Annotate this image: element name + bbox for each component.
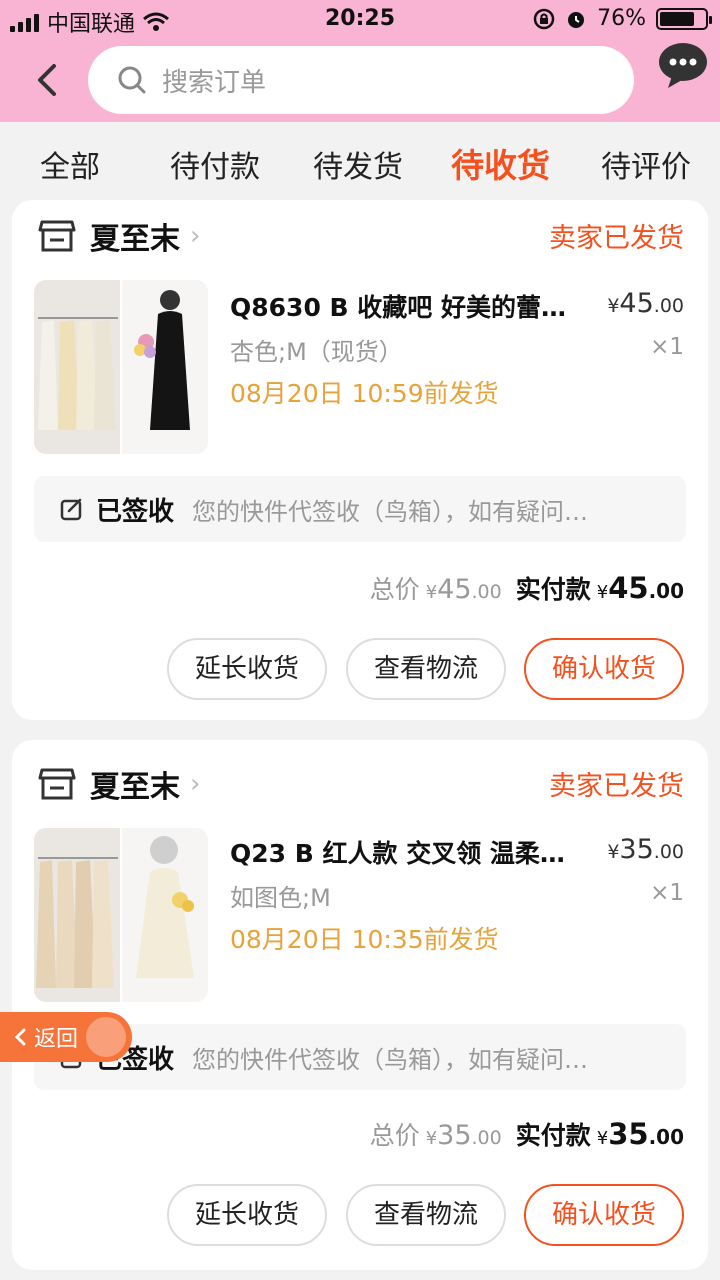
- tab-pending-shipment[interactable]: 待发货: [313, 142, 403, 186]
- shop-name: 夏至末: [90, 770, 180, 805]
- product-quantity: ×1: [650, 880, 684, 906]
- confirm-receipt-button[interactable]: 确认收货: [524, 1184, 684, 1246]
- extend-receipt-button[interactable]: 延长收货: [167, 638, 327, 700]
- product-title[interactable]: Q8630 B 收藏吧 好美的蕾丝连衣裙: [230, 288, 570, 324]
- order-totals: 总价 ¥ 45 .00 实付款 ¥ 45 .00: [369, 571, 684, 605]
- ship-deadline: 08月20日 10:35前发货: [230, 925, 499, 954]
- view-logistics-button[interactable]: 查看物流: [346, 1184, 506, 1246]
- edit-icon: [60, 498, 82, 521]
- signed-label: 已签收: [96, 496, 175, 527]
- back-arrow-icon[interactable]: [30, 60, 66, 100]
- shipping-status: 卖家已发货: [549, 223, 684, 254]
- rotation-lock-icon: [533, 8, 555, 29]
- confirm-receipt-button[interactable]: 确认收货: [524, 638, 684, 700]
- order-card: 夏至末 › 卖家已发货 Q23 B 红人款 交叉领 温柔连衣裙 ¥35.00 如…: [12, 740, 708, 1270]
- battery-icon: [656, 7, 712, 30]
- alarm-icon: [568, 11, 585, 28]
- search-placeholder: 搜索订单: [162, 67, 267, 98]
- product-quantity: ×1: [650, 334, 684, 360]
- tab-pending-receipt[interactable]: 待收货: [451, 139, 550, 187]
- search-icon: [118, 66, 146, 94]
- shop-name: 夏至末: [90, 222, 180, 257]
- shipping-status: 卖家已发货: [549, 771, 684, 802]
- order-card: 夏至末 › 卖家已发货 Q8630 B 收藏吧 好美的蕾丝连衣裙 ¥45.00: [12, 200, 708, 720]
- floating-handle[interactable]: [86, 1017, 126, 1057]
- shop-icon: [38, 768, 76, 800]
- status-bar: 中国联通 20:25 76%: [0, 0, 720, 40]
- signed-detail: 您的快件代签收（鸟箱），如有疑问…: [192, 1045, 589, 1074]
- order-totals: 总价 ¥ 35 .00 实付款 ¥ 35 .00: [369, 1117, 684, 1151]
- view-logistics-button[interactable]: 查看物流: [346, 638, 506, 700]
- logistics-notice[interactable]: 已签收 您的快件代签收（鸟箱），如有疑问…: [34, 476, 686, 542]
- product-image[interactable]: [34, 828, 208, 1002]
- chat-icon[interactable]: [658, 40, 708, 90]
- product-price: ¥45.00: [607, 288, 684, 319]
- battery-percent: 76%: [597, 6, 646, 31]
- ship-deadline: 08月20日 10:59前发货: [230, 379, 499, 408]
- chevron-left-icon: [14, 1028, 26, 1046]
- tab-pending-review[interactable]: 待评价: [601, 142, 691, 186]
- shop-link[interactable]: 夏至末 ›: [38, 214, 200, 258]
- order-tabs: 全部 待付款 待发货 待收货 待评价: [0, 122, 720, 204]
- product-image[interactable]: [34, 280, 208, 454]
- shop-link[interactable]: 夏至末 ›: [38, 762, 200, 806]
- header: 中国联通 20:25 76% 搜索订单: [0, 0, 720, 122]
- chevron-right-icon: ›: [190, 221, 201, 251]
- product-spec: 杏色;M（现货）: [230, 338, 403, 366]
- chevron-right-icon: ›: [190, 769, 201, 799]
- product-title[interactable]: Q23 B 红人款 交叉领 温柔连衣裙: [230, 834, 570, 870]
- product-spec: 如图色;M: [230, 884, 331, 912]
- floating-back-button[interactable]: 返回: [0, 1012, 132, 1062]
- extend-receipt-button[interactable]: 延长收货: [167, 1184, 327, 1246]
- floating-back-label: 返回: [34, 1027, 79, 1052]
- search-input[interactable]: 搜索订单: [88, 46, 634, 114]
- product-price: ¥35.00: [607, 834, 684, 865]
- signed-detail: 您的快件代签收（鸟箱），如有疑问…: [192, 497, 589, 526]
- tab-pending-payment[interactable]: 待付款: [170, 142, 260, 186]
- tab-all[interactable]: 全部: [40, 142, 100, 186]
- shop-icon: [38, 220, 76, 252]
